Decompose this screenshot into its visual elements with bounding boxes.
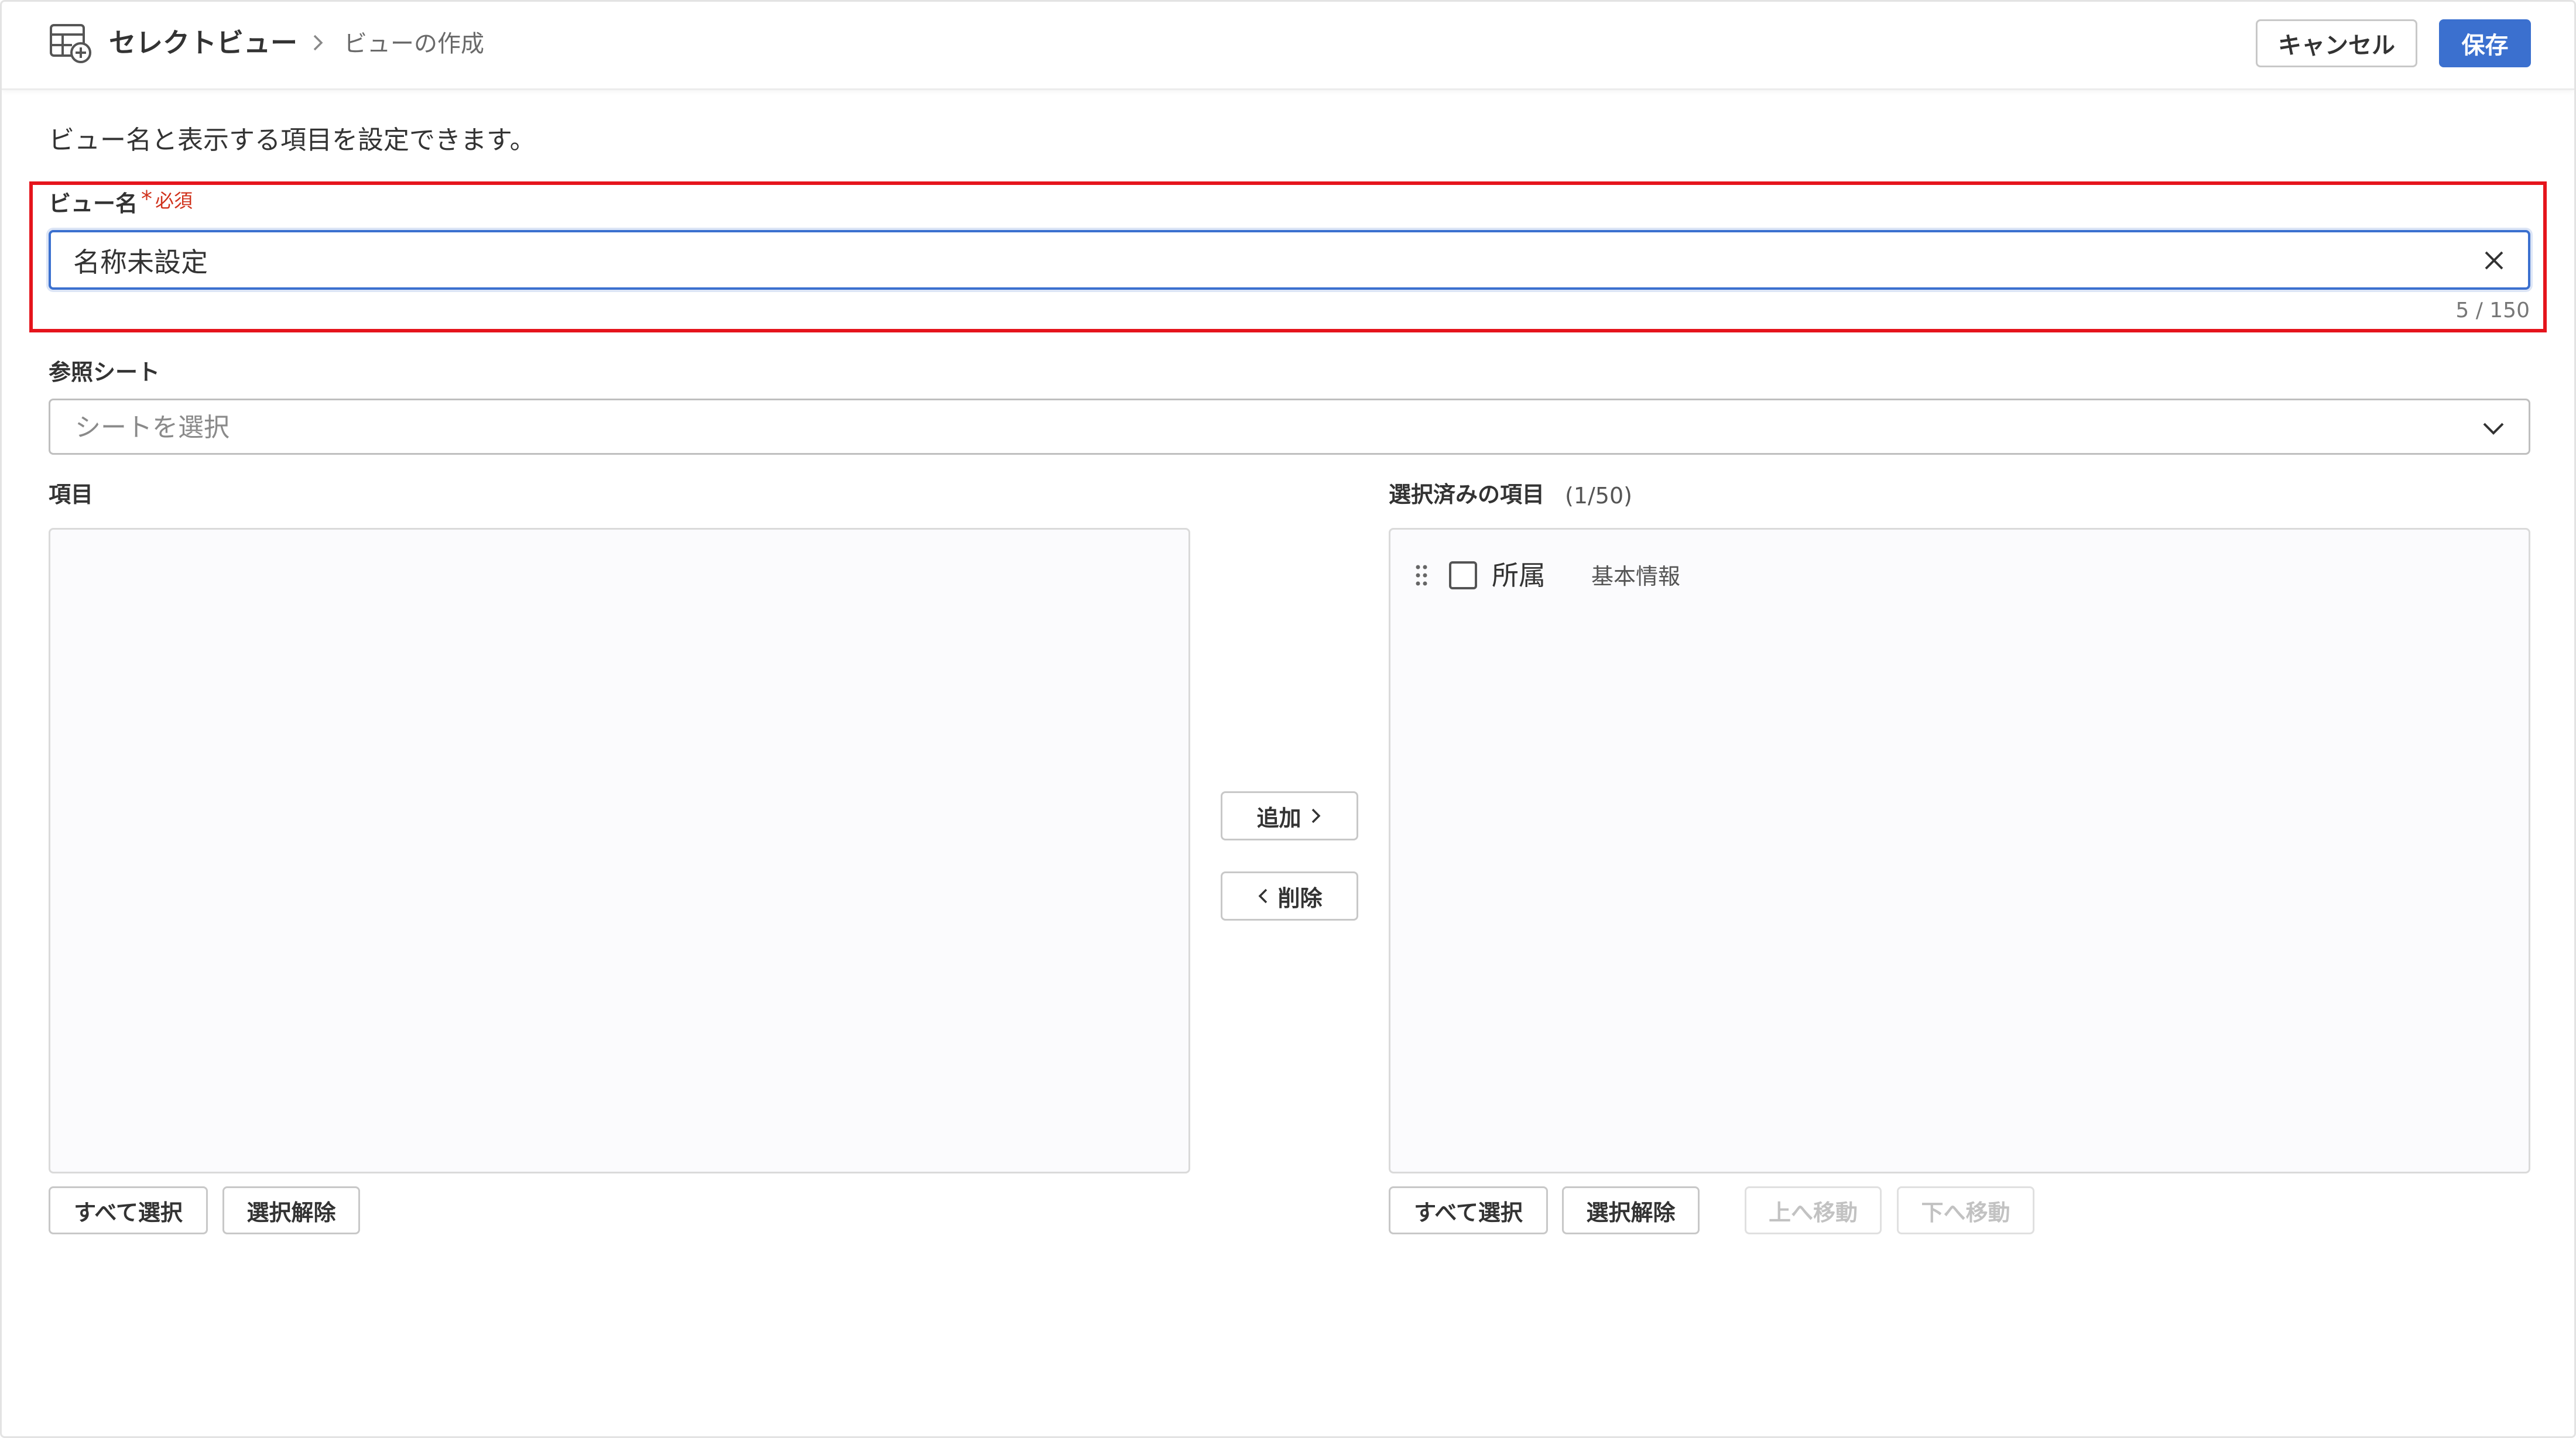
required-text: 必須 — [155, 190, 193, 212]
sheet-select[interactable]: シートを選択 — [49, 399, 2530, 455]
item-name: 所属 — [1492, 560, 1546, 591]
items-list[interactable] — [49, 528, 1190, 1173]
selected-items-label: 選択済みの項目 — [1389, 482, 1545, 507]
view-editor-window: セレクトビュー ビューの作成 キャンセル 保存 ビュー名と表示する項目を設定でき… — [0, 0, 2576, 1438]
sheet-label: 参照シート — [49, 359, 160, 385]
cancel-button[interactable]: キャンセル — [2256, 19, 2417, 67]
remove-button[interactable]: 削除 — [1221, 871, 1358, 921]
breadcrumb-title[interactable]: セレクトビュー — [109, 25, 297, 60]
drag-handle-icon[interactable] — [1413, 561, 1430, 589]
items-select-all-button[interactable]: すべて選択 — [49, 1186, 208, 1234]
items-deselect-button[interactable]: 選択解除 — [222, 1186, 360, 1234]
page-description: ビュー名と表示する項目を設定できます。 — [49, 125, 536, 155]
chevron-right-icon — [1311, 808, 1320, 823]
remove-button-label: 削除 — [1277, 885, 1323, 911]
required-mark: * — [141, 186, 152, 212]
char-counter: 5 / 150 — [2455, 298, 2530, 322]
selected-items-count: (1/50) — [1565, 483, 1632, 509]
page-header: セレクトビュー ビューの作成 キャンセル 保存 — [2, 2, 2574, 90]
add-button-label: 追加 — [1256, 805, 1301, 831]
view-name-label: ビュー名 — [49, 191, 138, 217]
selected-select-all-button[interactable]: すべて選択 — [1389, 1186, 1548, 1234]
items-label: 項目 — [49, 482, 94, 507]
selected-deselect-button[interactable]: 選択解除 — [1562, 1186, 1700, 1234]
selected-items-list[interactable]: 所属 基本情報 — [1389, 528, 2530, 1173]
list-item[interactable]: 所属 基本情報 — [1413, 558, 2467, 593]
view-name-input[interactable] — [73, 242, 2415, 279]
chevron-down-icon — [2483, 423, 2504, 435]
item-checkbox[interactable] — [1449, 561, 1477, 589]
view-name-field[interactable] — [49, 230, 2530, 290]
chevron-left-icon — [1259, 888, 1268, 904]
item-category: 基本情報 — [1591, 564, 1681, 589]
close-icon[interactable] — [2481, 248, 2507, 273]
add-button[interactable]: 追加 — [1221, 791, 1358, 840]
breadcrumb-current: ビューの作成 — [344, 30, 484, 57]
move-down-button[interactable]: 下へ移動 — [1897, 1186, 2034, 1234]
move-up-button[interactable]: 上へ移動 — [1745, 1186, 1882, 1234]
save-button[interactable]: 保存 — [2439, 19, 2531, 67]
table-add-icon — [50, 24, 91, 63]
chevron-right-icon — [313, 35, 323, 51]
sheet-select-placeholder: シートを選択 — [75, 413, 229, 442]
